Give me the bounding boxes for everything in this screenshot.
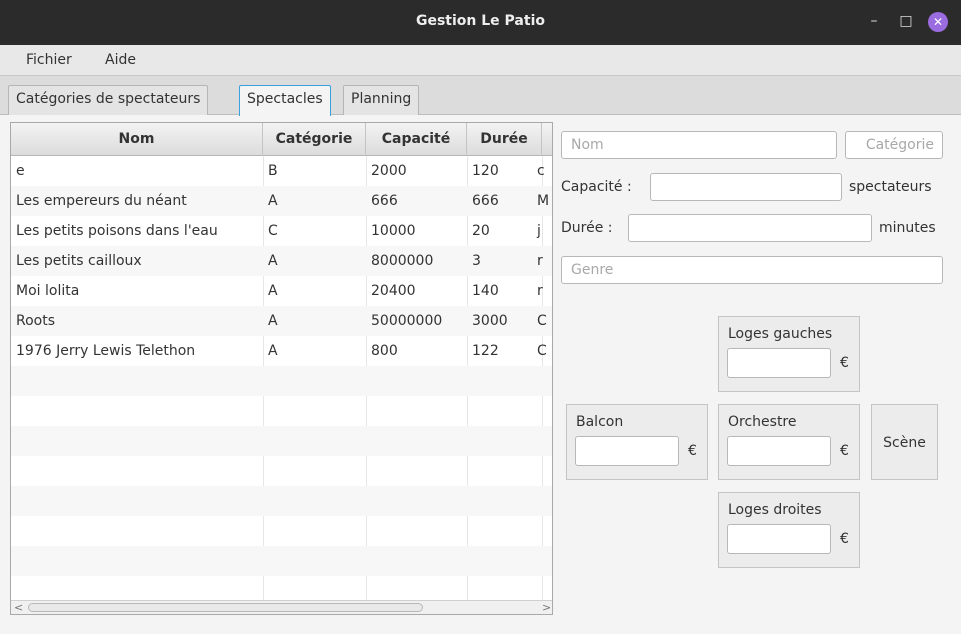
table-header: Nom Catégorie Capacité Durée — [11, 123, 552, 156]
empty-row — [11, 546, 552, 576]
column-header-categorie[interactable]: Catégorie — [263, 123, 366, 156]
tab-bar: Catégories de spectateurs Spectacles Pla… — [0, 76, 961, 116]
cell-categorie: C — [268, 223, 278, 239]
cell-categorie: A — [268, 313, 278, 329]
balcon-price-input[interactable] — [575, 436, 679, 466]
cell-nom: Moi lolita — [16, 283, 80, 299]
cell-nom: Roots — [16, 313, 56, 329]
empty-row — [11, 456, 552, 486]
orchestre-label: Orchestre — [728, 414, 797, 430]
capacite-input[interactable] — [650, 173, 842, 201]
scene-panel: Scène — [871, 404, 938, 480]
cell-nom: 1976 Jerry Lewis Telethon — [16, 343, 196, 359]
table-row[interactable]: Les empereurs du néant A 666 666 M — [11, 186, 552, 216]
table-row[interactable]: 1976 Jerry Lewis Telethon A 800 122 C — [11, 336, 552, 366]
spectacles-table[interactable]: Nom Catégorie Capacité Durée e B 2000 12… — [10, 122, 553, 615]
maximize-icon[interactable]: □ — [896, 12, 916, 32]
cell-categorie: A — [268, 253, 278, 269]
cell-nom: Les empereurs du néant — [16, 193, 187, 209]
cell-truncated: C — [537, 343, 547, 359]
scroll-left-icon[interactable]: < — [14, 601, 23, 614]
empty-row — [11, 396, 552, 426]
cell-truncated: j — [537, 223, 541, 239]
orchestre-panel: Orchestre € — [718, 404, 860, 480]
menu-bar: Fichier Aide — [0, 45, 961, 76]
cell-capacite: 50000000 — [371, 313, 443, 329]
minimize-icon[interactable]: – — [864, 12, 884, 32]
duree-input[interactable] — [628, 214, 872, 242]
cell-capacite: 8000000 — [371, 253, 434, 269]
cell-capacite: 20400 — [371, 283, 416, 299]
capacite-label: Capacité : — [561, 179, 632, 195]
cell-duree: 3 — [472, 253, 481, 269]
cell-truncated: r — [537, 283, 543, 299]
title-bar: Gestion Le Patio – □ ✕ — [0, 0, 961, 45]
loges-gauches-label: Loges gauches — [728, 326, 833, 342]
categorie-input[interactable] — [845, 131, 943, 159]
cell-duree: 20 — [472, 223, 490, 239]
loges-gauches-panel: Loges gauches € — [718, 316, 860, 392]
cell-nom: e — [16, 163, 25, 179]
balcon-panel: Balcon € — [566, 404, 708, 480]
cell-capacite: 2000 — [371, 163, 407, 179]
table-row[interactable]: Les petits poisons dans l'eau C 10000 20… — [11, 216, 552, 246]
cell-nom: Les petits cailloux — [16, 253, 142, 269]
horizontal-scrollbar[interactable]: < > — [11, 600, 552, 614]
nom-input[interactable] — [561, 131, 837, 159]
table-row[interactable]: Roots A 50000000 3000 C — [11, 306, 552, 336]
cell-categorie: A — [268, 283, 278, 299]
column-header-capacite[interactable]: Capacité — [366, 123, 467, 156]
loges-droites-label: Loges droites — [728, 502, 822, 518]
euro-icon: € — [840, 531, 849, 547]
empty-row — [11, 516, 552, 546]
cell-duree: 666 — [472, 193, 499, 209]
tab-spectacles[interactable]: Spectacles — [239, 85, 331, 116]
euro-icon: € — [840, 443, 849, 459]
cell-categorie: B — [268, 163, 278, 179]
menu-fichier[interactable]: Fichier — [26, 52, 72, 68]
orchestre-price-input[interactable] — [727, 436, 831, 466]
cell-duree: 140 — [472, 283, 499, 299]
cell-capacite: 666 — [371, 193, 398, 209]
cell-categorie: A — [268, 193, 278, 209]
scrollbar-thumb[interactable] — [28, 603, 423, 612]
genre-input[interactable] — [561, 256, 943, 284]
cell-truncated: M — [537, 193, 550, 209]
menu-aide[interactable]: Aide — [105, 52, 136, 68]
column-header-nom[interactable]: Nom — [11, 123, 263, 156]
cell-capacite: 800 — [371, 343, 398, 359]
table-row[interactable]: Les petits cailloux A 8000000 3 r — [11, 246, 552, 276]
duree-label: Durée : — [561, 220, 613, 236]
table-row[interactable]: Moi lolita A 20400 140 r — [11, 276, 552, 306]
duree-unit: minutes — [879, 220, 936, 236]
euro-icon: € — [688, 443, 697, 459]
tab-planning[interactable]: Planning — [343, 85, 420, 115]
table-row[interactable]: e B 2000 120 c — [11, 156, 552, 186]
close-icon[interactable]: ✕ — [928, 12, 948, 32]
scroll-right-icon[interactable]: > — [542, 601, 551, 614]
loges-droites-price-input[interactable] — [727, 524, 831, 554]
cell-duree: 122 — [472, 343, 499, 359]
balcon-label: Balcon — [576, 414, 624, 430]
window-title: Gestion Le Patio — [415, 13, 545, 29]
cell-truncated: C — [537, 313, 547, 329]
empty-row — [11, 366, 552, 396]
capacite-unit: spectateurs — [849, 179, 932, 195]
empty-row — [11, 426, 552, 456]
cell-nom: Les petits poisons dans l'eau — [16, 223, 218, 239]
cell-categorie: A — [268, 343, 278, 359]
cell-capacite: 10000 — [371, 223, 416, 239]
empty-row — [11, 486, 552, 516]
cell-truncated: c — [537, 163, 545, 179]
column-header-duree[interactable]: Durée — [467, 123, 542, 156]
loges-gauches-price-input[interactable] — [727, 348, 831, 378]
tab-categories-spectateurs[interactable]: Catégories de spectateurs — [8, 85, 209, 115]
euro-icon: € — [840, 355, 849, 371]
cell-truncated: r — [537, 253, 543, 269]
cell-duree: 3000 — [472, 313, 508, 329]
loges-droites-panel: Loges droites € — [718, 492, 860, 568]
cell-duree: 120 — [472, 163, 499, 179]
